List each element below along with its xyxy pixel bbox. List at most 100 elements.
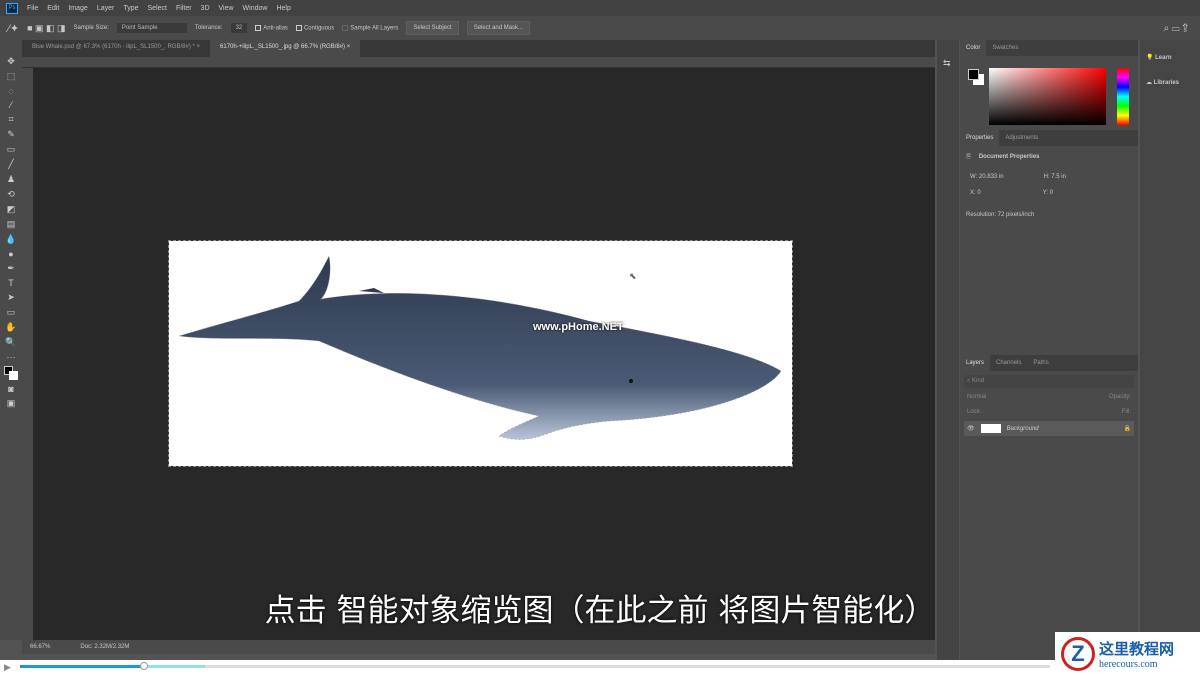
menu-help[interactable]: Help [276, 5, 290, 12]
y-value[interactable]: Y: 0 [1043, 190, 1053, 196]
dodge-tool-icon[interactable]: ● [8, 249, 13, 259]
whale-illustration [169, 241, 792, 466]
menu-view[interactable]: View [219, 5, 234, 12]
options-bar: ⁄✦ ■ ▣ ◧ ◨ Sample Size: Point Sample Tol… [0, 16, 1200, 40]
layers-panel: ⌕ Kind Normal Opacity: Lock: Fill: 👁 Backg… [960, 371, 1138, 440]
tab-blue-whale[interactable]: Blue Whale.psd @ 67.3% (6170h - ilipL_SL… [22, 40, 210, 57]
healing-tool-icon[interactable]: ▭ [7, 144, 16, 155]
color-swatches-icon[interactable] [4, 366, 18, 380]
menu-image[interactable]: Image [68, 5, 87, 12]
select-and-mask-button[interactable]: Select and Mask... [467, 21, 530, 35]
play-icon[interactable]: ▶ [4, 662, 11, 673]
layer-row-background[interactable]: 👁 Background 🔒 [964, 421, 1134, 436]
tab-properties[interactable]: Properties [960, 130, 999, 146]
site-logo: Z 这里教程网 herecours.com [1055, 632, 1200, 675]
menu-select[interactable]: Select [148, 5, 167, 12]
menu-filter[interactable]: Filter [176, 5, 192, 12]
visibility-eye-icon[interactable]: 👁 [967, 425, 975, 432]
tab-whale-jpg[interactable]: 6170h-+ilipL._SL1500_.jpg @ 66.7% (RGB/8… [210, 40, 360, 57]
color-panel [960, 56, 1138, 130]
move-tool-icon[interactable]: ✥ [7, 56, 15, 67]
select-subject-button[interactable]: Select Subject [406, 21, 458, 35]
tab-color[interactable]: Color [960, 40, 986, 56]
menu-file[interactable]: File [27, 5, 38, 12]
libraries-button[interactable]: ☁ Libraries [1140, 75, 1200, 90]
sample-all-layers-checkbox[interactable]: Sample All Layers [342, 25, 398, 32]
color-panel-tabs: Color Swatches [960, 40, 1138, 56]
contiguous-checkbox[interactable]: Contiguous [296, 25, 334, 32]
menu-window[interactable]: Window [243, 5, 268, 12]
brush-tool-icon[interactable]: ╱ [8, 159, 13, 170]
logo-cn-text: 这里教程网 [1099, 638, 1174, 659]
tab-paths[interactable]: Paths [1027, 360, 1054, 366]
selection-mode-icons[interactable]: ■ ▣ ◧ ◨ [27, 23, 65, 34]
tab-layers[interactable]: Layers [960, 355, 990, 371]
tab-channels[interactable]: Channels [990, 360, 1027, 366]
cursor-icon: ⬉ [629, 271, 637, 282]
layer-filter-kind[interactable]: ⌕ Kind [964, 375, 1134, 388]
video-progress-bar[interactable]: ▶ [0, 660, 1200, 675]
sample-size-select[interactable]: Point Sample [117, 23, 187, 33]
properties-title: Document Properties [979, 154, 1040, 160]
x-value[interactable]: X: 0 [970, 190, 981, 196]
menu-edit[interactable]: Edit [47, 5, 59, 12]
blend-mode-select[interactable]: Normal [967, 394, 986, 400]
hand-tool-icon[interactable]: ✋ [5, 322, 16, 333]
properties-panel-tabs: Properties Adjustments [960, 130, 1138, 146]
learn-button[interactable]: 💡 Learn [1140, 40, 1200, 75]
sample-size-label: Sample Size: [74, 25, 109, 31]
foreground-color[interactable] [968, 69, 979, 80]
search-icon[interactable]: ⌕ ▭ ⇪ [1164, 23, 1188, 34]
zoom-tool-icon[interactable]: 🔍 [5, 337, 16, 348]
history-brush-icon[interactable]: ⟲ [7, 189, 15, 200]
played-bar [20, 665, 144, 668]
gradient-tool-icon[interactable]: ▤ [7, 219, 16, 230]
watermark-text: www.pHome.NET [533, 321, 624, 333]
width-value[interactable]: W: 20.833 in [970, 174, 1004, 180]
layers-panel-tabs: Layers Channels Paths [960, 355, 1138, 371]
lasso-tool-icon[interactable]: ◌ [8, 86, 13, 96]
stamp-tool-icon[interactable]: ♟ [7, 174, 15, 185]
layer-thumbnail[interactable] [981, 424, 1001, 433]
shape-tool-icon[interactable]: ▭ [7, 307, 16, 318]
eyedropper-tool-icon[interactable]: ✎ [7, 129, 15, 140]
screen-mode-icon[interactable]: ▣ [7, 398, 16, 409]
document-icon: 🗎 [966, 152, 971, 162]
layer-name[interactable]: Background [1007, 426, 1039, 432]
tab-adjustments[interactable]: Adjustments [999, 135, 1044, 141]
panels-dock: Color Swatches Properties Adjustments 🗎 D… [960, 40, 1138, 660]
blur-tool-icon[interactable]: 💧 [5, 234, 16, 245]
history-panel-icon[interactable]: ⇆ [943, 58, 959, 69]
menu-layer[interactable]: Layer [97, 5, 115, 12]
type-tool-icon[interactable]: T [8, 278, 14, 288]
anti-alias-checkbox[interactable]: Anti-alias [255, 25, 288, 32]
lock-label[interactable]: Lock: [967, 409, 981, 415]
magic-wand-icon[interactable]: ⁄✦ [8, 22, 19, 35]
fill-label[interactable]: Fill: [1122, 409, 1131, 415]
tolerance-label: Tolerance: [195, 25, 223, 31]
marquee-tool-icon[interactable]: ⬚ [7, 71, 16, 82]
zoom-level[interactable]: 66.67% [30, 644, 50, 650]
status-bar: 66.67% Doc: 2.32M/2.32M [22, 640, 935, 654]
seek-handle[interactable] [140, 662, 148, 670]
document-tabs: Blue Whale.psd @ 67.3% (6170h - ilipL_SL… [22, 40, 935, 57]
whale-image[interactable]: www.pHome.NET ⬉ [169, 241, 792, 466]
tolerance-input[interactable]: 32 [231, 23, 248, 33]
crop-tool-icon[interactable]: ⌗ [8, 114, 13, 125]
color-field[interactable] [989, 68, 1106, 125]
opacity-label[interactable]: Opacity: [1109, 394, 1131, 400]
path-select-icon[interactable]: ➤ [7, 292, 15, 303]
toolbar: ✥ ⬚ ◌ ⁄ ⌗ ✎ ▭ ╱ ♟ ⟲ ◩ ▤ 💧 ● ✒ T ➤ ▭ ✋ 🔍 … [0, 40, 22, 640]
menu-type[interactable]: Type [123, 5, 138, 12]
hue-slider[interactable] [1117, 68, 1129, 125]
height-value[interactable]: H: 7.5 in [1044, 174, 1066, 180]
more-tools-icon[interactable]: ··· [7, 352, 16, 362]
properties-panel: 🗎 Document Properties W: 20.833 in H: 7.5 … [960, 146, 1138, 355]
doc-size: Doc: 2.32M/2.32M [80, 644, 129, 650]
tab-swatches[interactable]: Swatches [986, 45, 1024, 51]
menu-3d[interactable]: 3D [201, 5, 210, 12]
eraser-tool-icon[interactable]: ◩ [7, 204, 16, 215]
pen-tool-icon[interactable]: ✒ [7, 263, 15, 274]
quick-mask-icon[interactable]: ◙ [8, 384, 13, 394]
magic-wand-tool-icon[interactable]: ⁄ [10, 100, 12, 110]
